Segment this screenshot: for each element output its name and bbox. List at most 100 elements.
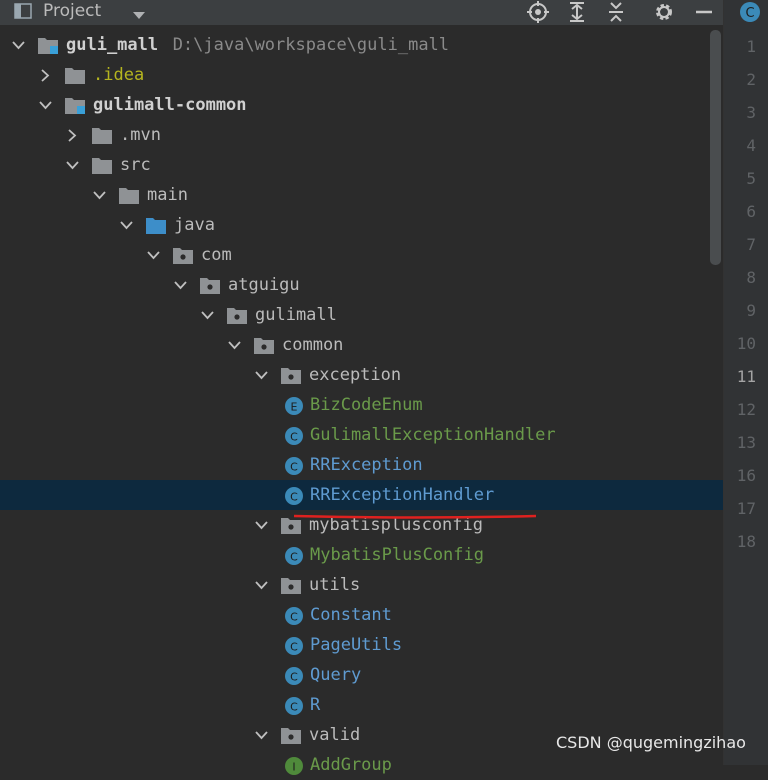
folder-icon bbox=[92, 128, 112, 144]
line-number: 16 bbox=[736, 466, 756, 485]
folder-icon bbox=[92, 158, 112, 174]
package-icon bbox=[173, 248, 193, 264]
class-icon: C bbox=[285, 697, 303, 715]
line-number: 4 bbox=[746, 136, 756, 155]
chevron-down-icon[interactable] bbox=[255, 729, 268, 742]
chevron-down-icon[interactable] bbox=[93, 189, 106, 202]
tree-row-gulimall[interactable]: gulimall bbox=[0, 300, 723, 330]
tree-row-java[interactable]: java bbox=[0, 210, 723, 240]
tree-item-label: gulimall bbox=[255, 305, 337, 325]
svg-text:C: C bbox=[290, 671, 298, 684]
tree-item-label: GulimallExceptionHandler bbox=[310, 425, 556, 445]
interface-icon: I bbox=[285, 757, 303, 775]
chevron-right-icon[interactable] bbox=[66, 129, 79, 142]
folder-icon bbox=[65, 68, 85, 84]
package-icon bbox=[227, 308, 247, 324]
chevron-down-icon[interactable] bbox=[201, 309, 214, 322]
collapse-all-icon[interactable] bbox=[605, 1, 627, 23]
project-title[interactable]: Project bbox=[43, 0, 101, 23]
line-number: 17 bbox=[736, 499, 756, 518]
editor-tab-letter: C bbox=[745, 6, 754, 21]
chevron-down-icon[interactable] bbox=[255, 519, 268, 532]
chevron-down-icon[interactable] bbox=[12, 39, 25, 52]
tree-row-bizcodeenum[interactable]: E BizCodeEnum bbox=[0, 390, 723, 420]
locate-icon[interactable] bbox=[527, 1, 549, 23]
chevron-down-icon[interactable] bbox=[255, 579, 268, 592]
tree-row-pageutils[interactable]: C PageUtils bbox=[0, 630, 723, 660]
chevron-down-icon[interactable] bbox=[120, 219, 133, 232]
module-folder-icon bbox=[65, 98, 85, 114]
tree-row-addgroup[interactable]: I AddGroup bbox=[0, 750, 723, 780]
chevron-down-icon[interactable] bbox=[147, 249, 160, 262]
tree-item-label: java bbox=[174, 215, 215, 235]
tree-row-r[interactable]: CR bbox=[0, 690, 723, 720]
tree-item-label: valid bbox=[309, 725, 361, 745]
tree-row-constant[interactable]: C Constant bbox=[0, 600, 723, 630]
tree-item-label: guli_mall bbox=[66, 35, 159, 55]
dropdown-caret-icon[interactable] bbox=[132, 6, 146, 19]
line-number: 11 bbox=[736, 367, 756, 386]
tree-item-label: main bbox=[147, 185, 188, 205]
line-number: 13 bbox=[736, 433, 756, 452]
svg-text:I: I bbox=[292, 761, 295, 774]
line-number: 8 bbox=[746, 268, 756, 287]
class-icon: C bbox=[285, 667, 303, 685]
project-view-icon[interactable] bbox=[14, 3, 32, 19]
tree-item-label: gulimall-common bbox=[93, 95, 247, 115]
folder-icon bbox=[119, 188, 139, 204]
line-number: 2 bbox=[746, 70, 756, 89]
chevron-down-icon[interactable] bbox=[174, 279, 187, 292]
tree-row-atguigu[interactable]: atguigu bbox=[0, 270, 723, 300]
editor-tab-class-icon[interactable]: C bbox=[738, 0, 762, 24]
chevron-down-icon[interactable] bbox=[228, 339, 241, 352]
tree-item-label: exception bbox=[309, 365, 402, 385]
tree-row-com[interactable]: com bbox=[0, 240, 723, 270]
tree-row-exception[interactable]: exception bbox=[0, 360, 723, 390]
tree-item-label: Constant bbox=[310, 605, 392, 625]
line-number: 1 bbox=[746, 37, 756, 56]
tree-item-label: Query bbox=[310, 665, 362, 685]
tree-item-label: .mvn bbox=[120, 125, 161, 145]
tree-row-idea[interactable]: .idea bbox=[0, 60, 723, 90]
tree-row-mvn[interactable]: .mvn bbox=[0, 120, 723, 150]
project-tree: guli_mall D:\java\workspace\guli_mall .ide… bbox=[0, 30, 723, 775]
chevron-down-icon[interactable] bbox=[255, 369, 268, 382]
enum-icon: E bbox=[285, 397, 303, 415]
line-number: 5 bbox=[746, 169, 756, 188]
line-number: 3 bbox=[746, 103, 756, 122]
tree-row-guli-mall[interactable]: guli_mall D:\java\workspace\guli_mall bbox=[0, 30, 723, 60]
package-icon bbox=[281, 728, 301, 744]
tree-item-label: .idea bbox=[93, 65, 145, 85]
svg-text:C: C bbox=[290, 551, 298, 564]
tree-row-rrexception[interactable]: C RRException bbox=[0, 450, 723, 480]
tree-item-label: common bbox=[282, 335, 344, 355]
tree-row-mybatisplusconfig[interactable]: C MybatisPlusConfig bbox=[0, 540, 723, 570]
tree-row-rrexceptionhandler[interactable]: C RRExceptionHandler bbox=[0, 480, 723, 510]
tree-row-common[interactable]: common bbox=[0, 330, 723, 360]
expand-all-icon[interactable] bbox=[566, 1, 588, 23]
tree-row-gulimall-common[interactable]: gulimall-common bbox=[0, 90, 723, 120]
chevron-down-icon[interactable] bbox=[39, 99, 52, 112]
class-icon: C bbox=[285, 607, 303, 625]
tree-row-gulimallexceptionhandler[interactable]: C GulimallExceptionHandler bbox=[0, 420, 723, 450]
tree-row-src[interactable]: src bbox=[0, 150, 723, 180]
module-folder-icon bbox=[38, 38, 58, 54]
tree-item-label: BizCodeEnum bbox=[310, 395, 423, 415]
line-number: 12 bbox=[736, 400, 756, 419]
gear-icon[interactable] bbox=[653, 1, 675, 23]
class-icon: C bbox=[285, 457, 303, 475]
tree-item-label: PageUtils bbox=[310, 635, 403, 655]
tree-row-query[interactable]: C Query bbox=[0, 660, 723, 690]
package-icon bbox=[254, 338, 274, 354]
minimize-icon[interactable] bbox=[693, 1, 715, 23]
red-underline-annotation bbox=[293, 514, 537, 519]
project-path: D:\java\workspace\guli_mall bbox=[172, 35, 450, 55]
chevron-right-icon[interactable] bbox=[39, 69, 52, 82]
tree-item-label: RRException bbox=[310, 455, 423, 475]
tree-row-main[interactable]: main bbox=[0, 180, 723, 210]
tree-item-label: atguigu bbox=[228, 275, 300, 295]
svg-text:E: E bbox=[291, 401, 298, 414]
class-icon: C bbox=[285, 637, 303, 655]
chevron-down-icon[interactable] bbox=[66, 159, 79, 172]
tree-row-utils[interactable]: utils bbox=[0, 570, 723, 600]
